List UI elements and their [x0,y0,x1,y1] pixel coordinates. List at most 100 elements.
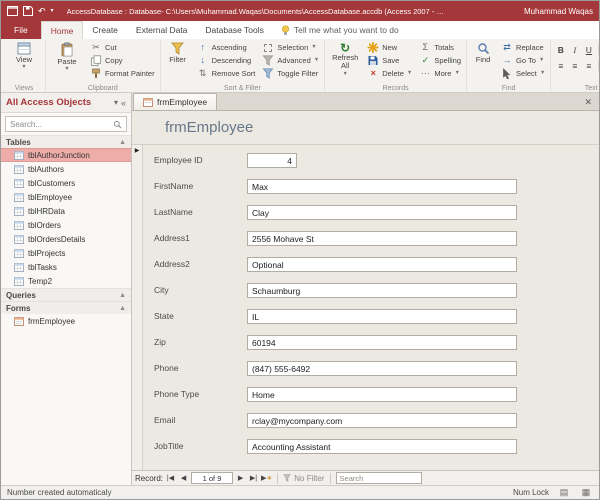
filter-button[interactable]: Filter [164,41,192,81]
tell-me-box[interactable]: Tell me what you want to do [273,21,407,39]
navigation-pane-header: All Access Objects ▾ « [1,93,131,113]
tab-file[interactable]: File [1,21,41,39]
sidebar-item-table[interactable]: tblProjects [1,246,131,260]
format-painter-button[interactable]: Format Painter [88,68,157,79]
remove-sort-button[interactable]: ⇅Remove Sort [195,68,258,79]
document-tab-frmEmployee[interactable]: frmEmployee [133,93,217,110]
view-button[interactable]: View ▼ [6,41,42,81]
tab-external-data[interactable]: External Data [127,21,197,39]
sidebar-item-table[interactable]: Temp2 [1,274,131,288]
record-navigator: Record: |◀ ◀ 1 of 9 ▶ ▶| ▶∗ No Filter Se… [132,470,599,485]
sidebar-item-table[interactable]: tblCustomers [1,176,131,190]
form-view-button[interactable]: ▤ [557,487,571,499]
sidebar-item-table[interactable]: tblAuthorJunction [1,148,131,162]
first-record-button[interactable]: |◀ [165,472,176,484]
field-input[interactable]: rclay@mycompany.com [247,413,517,428]
field-input[interactable]: Accounting Assistant [247,439,517,454]
shutter-close-icon[interactable]: « [121,98,126,108]
sidebar-item-table[interactable]: tblAuthors [1,162,131,176]
more-button[interactable]: ⋯More▼ [417,68,463,79]
access-window: ↶ ▾ AccessDatabase : Database- C:\Users\… [0,0,600,500]
previous-record-button[interactable]: ◀ [178,472,189,484]
remove-sort-label: Remove Sort [212,69,256,78]
bold-button[interactable]: B [554,43,567,56]
align-left-icon[interactable]: ≡ [554,59,567,72]
field-input[interactable]: Clay [247,205,517,220]
sidebar-item-table[interactable]: tblOrdersDetails [1,232,131,246]
paste-button[interactable]: Paste ▼ [49,41,85,81]
toggle-filter-button[interactable]: Toggle Filter [260,68,321,79]
ascending-button[interactable]: ↑Ascending [195,42,258,53]
form-field-row: Employee ID 4 [154,153,599,179]
new-blank-record-button[interactable]: ▶∗ [261,472,272,484]
totals-button[interactable]: ΣTotals [417,42,463,53]
form-field-row: Email rclay@mycompany.com [154,413,599,439]
filter-status[interactable]: No Filter [283,474,324,483]
field-input[interactable]: Optional [247,257,517,272]
nav-search-box[interactable]: Search... [5,116,127,132]
field-input[interactable]: (847) 555-6492 [247,361,517,376]
delete-record-button[interactable]: ×Delete▼ [365,68,414,79]
save-label: Save [382,56,399,65]
selection-button[interactable]: Selection▼ [260,42,321,53]
find-label: Find [476,56,491,64]
replace-button[interactable]: ⇄Replace [499,42,547,53]
field-input[interactable]: Max [247,179,517,194]
section-forms[interactable]: Forms ▲ [1,301,131,314]
field-input[interactable]: 4 [247,153,297,168]
sidebar-item-form[interactable]: frmEmployee [1,314,131,328]
tell-me-label: Tell me what you want to do [294,25,399,35]
copy-button[interactable]: Copy [88,55,157,66]
record-search-box[interactable]: Search [336,472,422,484]
refresh-all-button[interactable]: ↻ Refresh All ▼ [328,41,362,81]
quick-access-toolbar: ↶ ▾ [7,6,54,16]
form-field-row: Phone (847) 555-6492 [154,361,599,387]
user-name[interactable]: Muhammad Waqas [524,7,593,16]
qat-customize-icon[interactable]: ▾ [51,8,54,14]
chevron-up-icon: ▲ [119,139,126,146]
select-button[interactable]: Select▼ [499,68,547,79]
field-input[interactable]: 60194 [247,335,517,350]
descending-button[interactable]: ↓Descending [195,55,258,66]
tab-database-tools[interactable]: Database Tools [196,21,272,39]
go-to-button[interactable]: →Go To▼ [499,55,547,66]
section-tables[interactable]: Tables ▲ [1,135,131,148]
last-record-button[interactable]: ▶| [248,472,259,484]
sidebar-item-table[interactable]: tblHRData [1,204,131,218]
save-icon[interactable] [23,6,33,16]
align-center-icon[interactable]: ≡ [568,59,581,72]
sidebar-item-table[interactable]: tblOrders [1,218,131,232]
italic-button[interactable]: I [568,43,581,56]
align-right-icon[interactable]: ≡ [582,59,595,72]
section-queries[interactable]: Queries ▲ [1,288,131,301]
field-input[interactable]: 2556 Mohave St [247,231,517,246]
selection-label: Selection [277,43,308,52]
form-fields: Employee ID 4 FirstName Max LastName Cla… [143,145,599,470]
save-record-button[interactable]: Save [365,55,414,66]
record-selector-bar[interactable]: ▶ [132,145,143,470]
save-record-icon [367,55,379,66]
layout-view-button[interactable]: ▦ [579,487,593,499]
field-input[interactable]: Home [247,387,517,402]
tab-create[interactable]: Create [83,21,127,39]
field-input[interactable]: IL [247,309,517,324]
sidebar-item-table[interactable]: tblTasks [1,260,131,274]
new-record-button[interactable]: New [365,42,414,53]
form-field-row: JobTitle Accounting Assistant [154,439,599,465]
field-label: Email [154,413,247,425]
find-button[interactable]: Find [470,41,496,81]
record-position-box[interactable]: 1 of 9 [191,472,233,484]
cut-button[interactable]: ✂Cut [88,42,157,53]
tab-home[interactable]: Home [41,21,84,39]
nav-pane-menu-icon[interactable]: ▾ [114,98,118,107]
group-label-find: Find [467,85,550,92]
underline-button[interactable]: U [582,43,595,56]
spelling-button[interactable]: ✓Spelling [417,55,463,66]
field-input[interactable]: Schaumburg [247,283,517,298]
close-document-icon[interactable]: ✕ [577,97,599,108]
next-record-button[interactable]: ▶ [235,472,246,484]
advanced-button[interactable]: Advanced▼ [260,55,321,66]
document-area: frmEmployee ✕ frmEmployee ▶ Employee ID … [132,93,599,485]
sidebar-item-table[interactable]: tblEmployee [1,190,131,204]
undo-icon[interactable]: ↶ [38,7,46,16]
